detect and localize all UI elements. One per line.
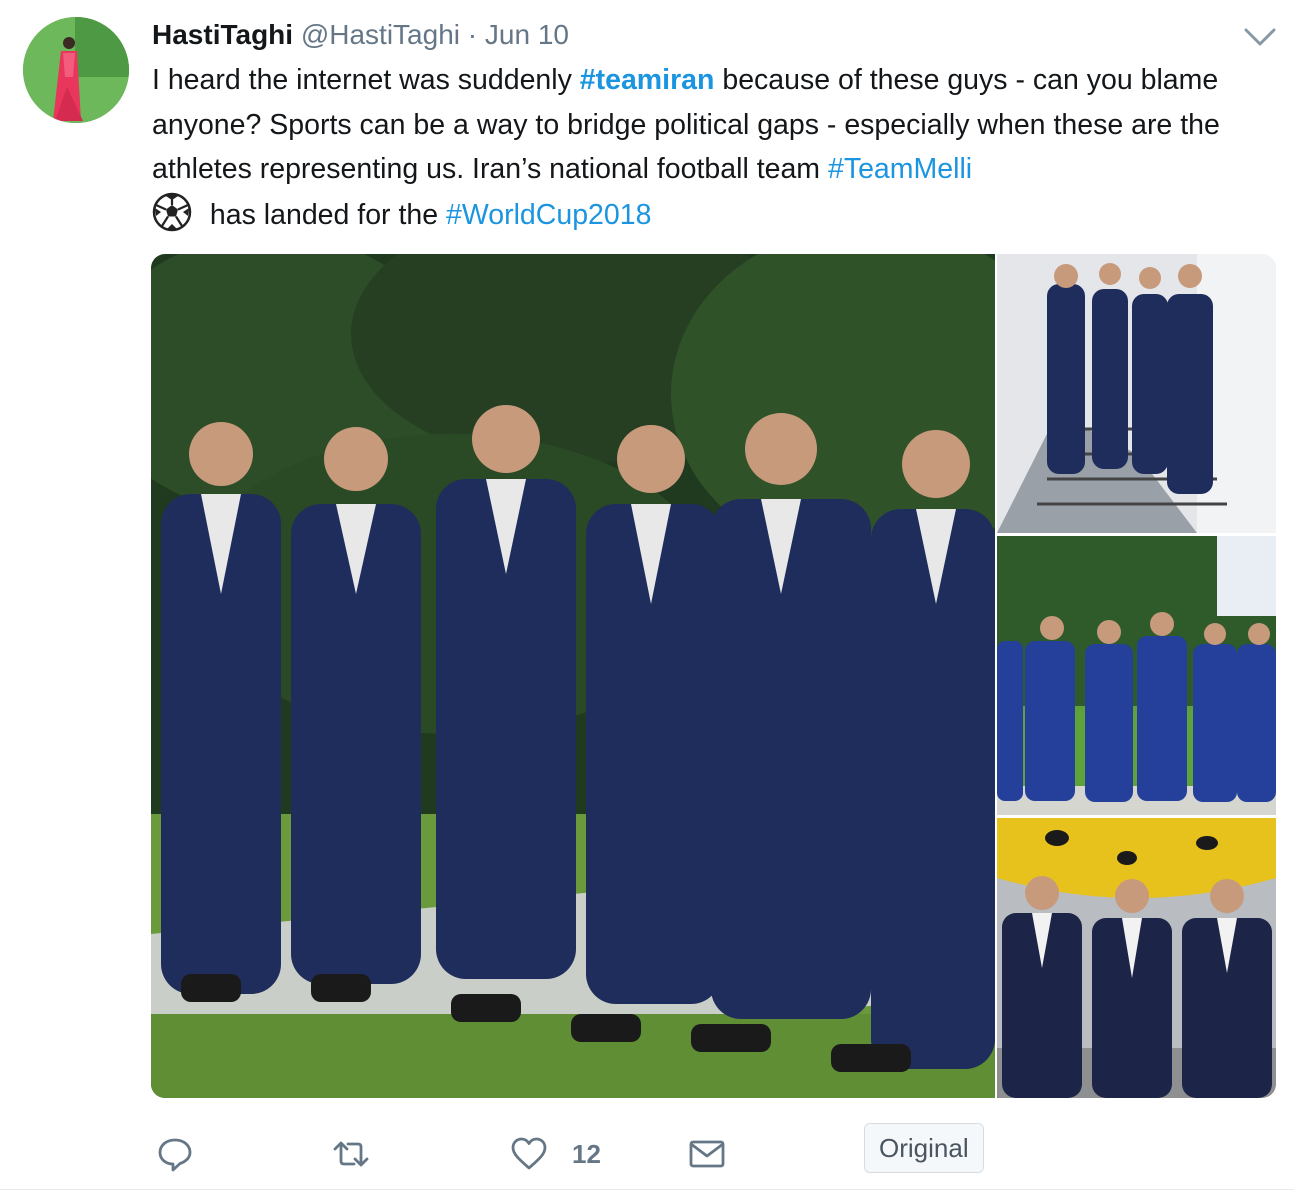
tweet-date[interactable]: Jun 10 xyxy=(485,19,569,50)
avatar[interactable] xyxy=(23,17,129,123)
retweet-button[interactable] xyxy=(332,1126,370,1182)
reply-icon xyxy=(158,1138,192,1172)
hashtag-worldcup2018[interactable]: #WorldCup2018 xyxy=(446,199,651,231)
avatar-image xyxy=(23,17,129,123)
photo-4[interactable] xyxy=(997,818,1276,1098)
tweet-text: I heard the internet was suddenly #teami… xyxy=(152,58,1262,237)
team-in-suits-photo xyxy=(151,254,995,1098)
author-name[interactable]: HastiTaghi xyxy=(152,19,293,50)
photo-1[interactable] xyxy=(151,254,995,1098)
heart-icon xyxy=(511,1137,547,1170)
text-segment: I heard the internet was suddenly xyxy=(152,64,580,96)
direct-message-button[interactable] xyxy=(688,1126,726,1182)
hashtag-teammelli[interactable]: #TeamMelli xyxy=(828,153,972,185)
tweet-card: HastiTaghi @HastiTaghi · Jun 10 I heard … xyxy=(0,0,1294,1194)
like-button[interactable]: 12 xyxy=(510,1126,601,1182)
photo-3[interactable] xyxy=(997,536,1276,815)
team-lined-up-photo xyxy=(997,536,1276,815)
divider xyxy=(0,1189,1294,1190)
tweet-header: HastiTaghi @HastiTaghi · Jun 10 xyxy=(152,17,569,53)
photo-2[interactable] xyxy=(997,254,1276,533)
envelope-icon xyxy=(689,1140,725,1168)
chevron-down-icon[interactable] xyxy=(1240,22,1280,50)
soccer-ball-icon xyxy=(152,192,192,231)
retweet-icon xyxy=(333,1141,369,1167)
like-count: 12 xyxy=(572,1138,601,1169)
media-grid xyxy=(151,254,1276,1098)
original-button[interactable]: Original xyxy=(864,1123,984,1173)
text-segment: has landed for the xyxy=(202,198,447,231)
reply-button[interactable] xyxy=(156,1126,194,1182)
author-handle[interactable]: @HastiTaghi xyxy=(301,19,460,50)
separator-dot: · xyxy=(467,19,478,50)
team-by-airplane-photo xyxy=(997,818,1276,1098)
team-on-staircase-photo xyxy=(997,254,1276,533)
hashtag-teamiran[interactable]: #teamiran xyxy=(580,64,715,96)
